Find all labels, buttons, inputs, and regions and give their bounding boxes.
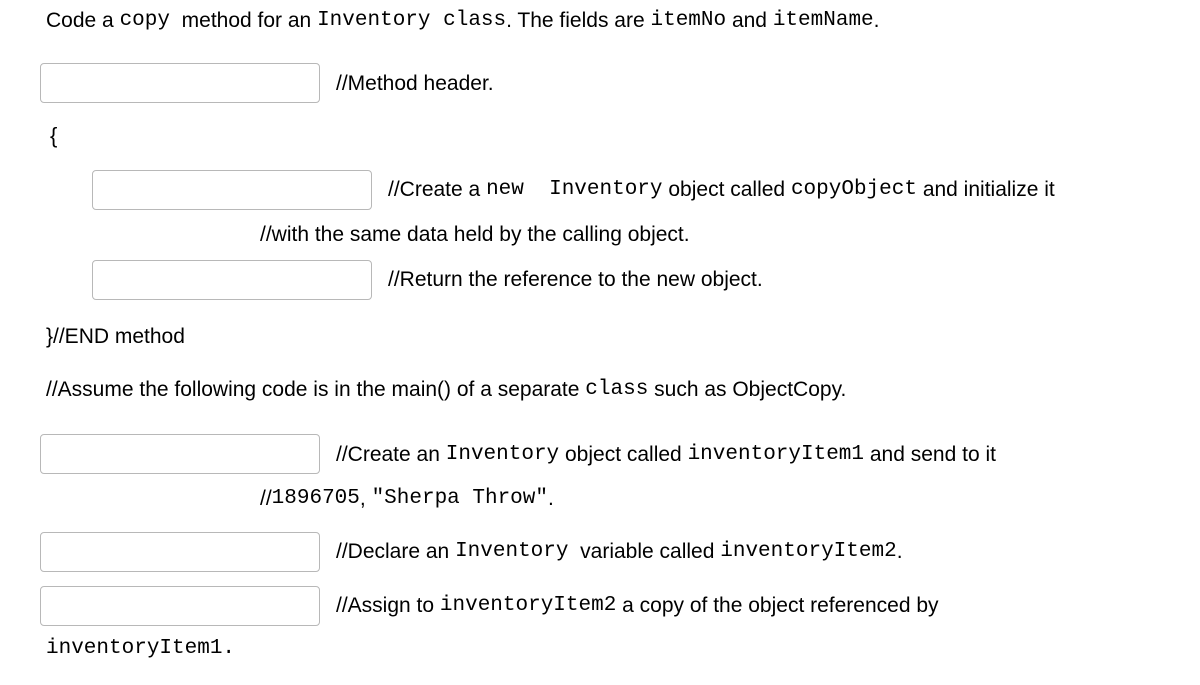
code-inventoryitem1: inventoryItem1: [688, 440, 864, 469]
line-create-item1: //Create an Inventory object called inve…: [40, 434, 1160, 474]
code-inventory: Inventory: [455, 537, 568, 566]
code-inventoryitem2: inventoryItem2: [720, 537, 896, 566]
prompt-frag: . The fields are: [506, 6, 650, 35]
code-itemname: itemName: [773, 6, 874, 35]
line-create-copyobject: //Create a new Inventory object called c…: [92, 170, 1160, 210]
prompt-frag: Code a: [46, 6, 120, 35]
space: [431, 6, 444, 35]
code-inventoryitem2: inventoryItem2: [440, 591, 616, 620]
comment-frag: //Create an: [336, 440, 446, 469]
comment-frag: .: [897, 537, 903, 566]
comment-frag: a copy of the object referenced by: [616, 591, 938, 620]
code-number: 1896705: [272, 484, 360, 513]
comment-frag: //Declare an: [336, 537, 455, 566]
blank-input-1[interactable]: [40, 63, 320, 103]
comment-with-same: //with the same data held by the calling…: [260, 223, 690, 246]
code-copy: copy: [120, 6, 170, 35]
code-copyobject: copyObject: [791, 175, 917, 204]
code-class: class: [443, 6, 506, 35]
code-itemno: itemNo: [650, 6, 726, 35]
comment-frag: and send to it: [864, 440, 996, 469]
brace-open: {: [40, 113, 1160, 160]
blank-input-4[interactable]: [40, 434, 320, 474]
line-inventoryitem1: inventoryItem1.: [46, 632, 1160, 663]
assume-line: //Assume the following code is in the ma…: [46, 375, 1160, 404]
code-inventory: Inventory: [446, 440, 559, 469]
code-inventory: Inventory: [549, 175, 662, 204]
comment-frag: //: [260, 484, 272, 513]
blank-input-5[interactable]: [40, 532, 320, 572]
comment-frag: object called: [663, 175, 791, 204]
blank-input-2[interactable]: [92, 170, 372, 210]
exercise-page: Code a copy method for an Inventory clas…: [0, 6, 1200, 663]
code-new: new: [486, 175, 524, 204]
code-inventory: Inventory: [317, 6, 430, 35]
comment-frag: //Assign to: [336, 591, 440, 620]
line-declare-item2: //Declare an Inventory variable called i…: [40, 532, 1160, 572]
code-class: class: [585, 375, 648, 404]
line-sherpa-throw: // 1896705 , "Sherpa Throw" .: [260, 484, 1160, 513]
blank-input-3[interactable]: [92, 260, 372, 300]
comment-frag: and initialize it: [917, 175, 1055, 204]
prompt-text: Code a copy method for an Inventory clas…: [46, 6, 1160, 35]
line-assign-copy: //Assign to inventoryItem2 a copy of the…: [40, 586, 1160, 626]
prompt-frag: and: [726, 6, 773, 35]
comment-frag: object called: [559, 440, 687, 469]
comment-method-header: //Method header.: [336, 69, 494, 98]
code-inventoryitem1-end: inventoryItem1.: [46, 637, 235, 660]
blank-input-6[interactable]: [40, 586, 320, 626]
prompt-frag: .: [874, 6, 880, 35]
space: [524, 175, 549, 204]
line-with-same-data: //with the same data held by the calling…: [260, 220, 1160, 249]
line-method-header: //Method header.: [40, 63, 1160, 103]
assume-frag: such as ObjectCopy.: [648, 375, 846, 404]
comment-frag: ,: [360, 484, 372, 513]
prompt-frag: method for an: [170, 6, 317, 35]
assume-frag: //Assume the following code is in the ma…: [46, 375, 585, 404]
comment-frag: .: [548, 484, 554, 513]
comment-return: //Return the reference to the new object…: [388, 265, 763, 294]
comment-frag: variable called: [568, 537, 720, 566]
code-string: "Sherpa Throw": [372, 484, 548, 513]
line-return-ref: //Return the reference to the new object…: [92, 260, 1160, 300]
comment-frag: //Create a: [388, 175, 486, 204]
end-method: }//END method: [46, 322, 1160, 351]
